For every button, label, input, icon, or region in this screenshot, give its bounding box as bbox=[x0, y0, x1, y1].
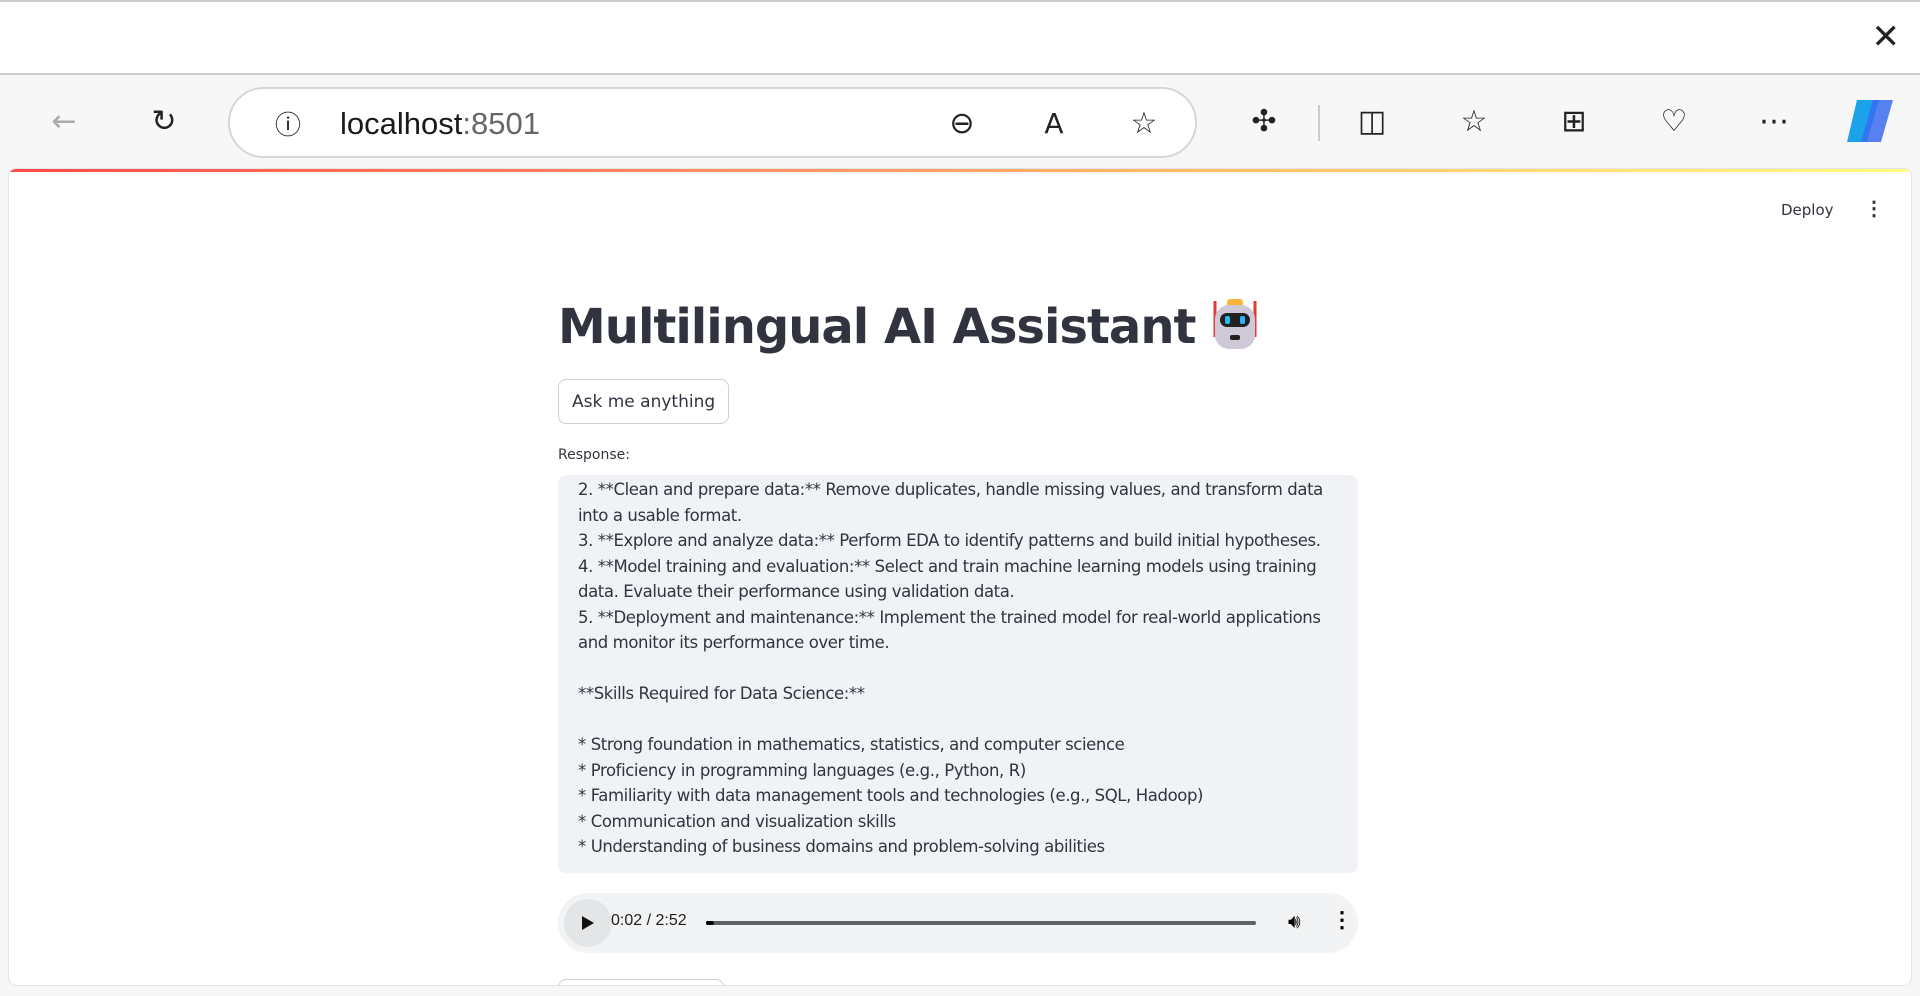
split-screen-icon[interactable]: ◫ bbox=[1348, 97, 1396, 145]
browser-health-icon[interactable]: ♡ bbox=[1650, 97, 1698, 145]
audio-progress-fill bbox=[706, 921, 715, 925]
extensions-icon[interactable]: ✣ bbox=[1240, 97, 1288, 145]
toolbar-divider bbox=[1318, 105, 1320, 141]
secondary-button[interactable] bbox=[558, 979, 724, 985]
refresh-icon[interactable]: ↻ bbox=[140, 97, 188, 145]
info-icon[interactable]: ⓘ bbox=[264, 99, 312, 147]
copilot-icon[interactable] bbox=[1842, 97, 1898, 145]
play-button[interactable] bbox=[564, 899, 612, 947]
streamlit-app: Deploy ⋮ Multilingual AI Assistant Ask m… bbox=[8, 168, 1912, 986]
deploy-button[interactable]: Deploy bbox=[1781, 201, 1834, 219]
zoom-out-icon[interactable]: ⊖ bbox=[938, 99, 986, 147]
url-text: localhost:8501 bbox=[340, 106, 540, 141]
address-bar[interactable]: ⓘ localhost:8501 ⊖ A ☆ bbox=[228, 87, 1197, 158]
collections-icon[interactable]: ⊞ bbox=[1550, 97, 1598, 145]
volume-icon[interactable]: 🔊︎ bbox=[1288, 909, 1301, 933]
audio-player: 0:02 / 2:52 🔊︎ ⋮ bbox=[558, 893, 1358, 953]
robot-icon bbox=[1209, 297, 1261, 363]
response-label: Response: bbox=[558, 447, 630, 463]
header-decoration bbox=[9, 169, 1911, 172]
audio-time: 0:02 / 2:52 bbox=[611, 912, 687, 929]
close-icon[interactable]: ✕ bbox=[1872, 20, 1901, 54]
browser-toolbar: ← ↻ ⓘ localhost:8501 ⊖ A ☆ ✣ ◫ ☆ ⊞ ♡ ⋯ bbox=[0, 75, 1920, 168]
main-menu-icon[interactable]: ⋮ bbox=[1864, 196, 1884, 221]
favorite-star-icon[interactable]: ☆ bbox=[1120, 99, 1168, 147]
response-textarea[interactable]: 2. **Clean and prepare data:** Remove du… bbox=[558, 475, 1358, 873]
back-icon[interactable]: ← bbox=[40, 97, 88, 145]
read-aloud-icon[interactable]: A bbox=[1030, 99, 1078, 147]
audio-more-icon[interactable]: ⋮ bbox=[1331, 907, 1353, 933]
favorites-icon[interactable]: ☆ bbox=[1450, 97, 1498, 145]
play-icon bbox=[582, 916, 594, 930]
ask-me-anything-button[interactable]: Ask me anything bbox=[558, 379, 730, 424]
page-title: Multilingual AI Assistant bbox=[558, 297, 1261, 363]
audio-seek-slider[interactable] bbox=[706, 921, 1256, 925]
more-icon[interactable]: ⋯ bbox=[1750, 97, 1798, 145]
tab-strip: ✕ bbox=[0, 0, 1920, 75]
